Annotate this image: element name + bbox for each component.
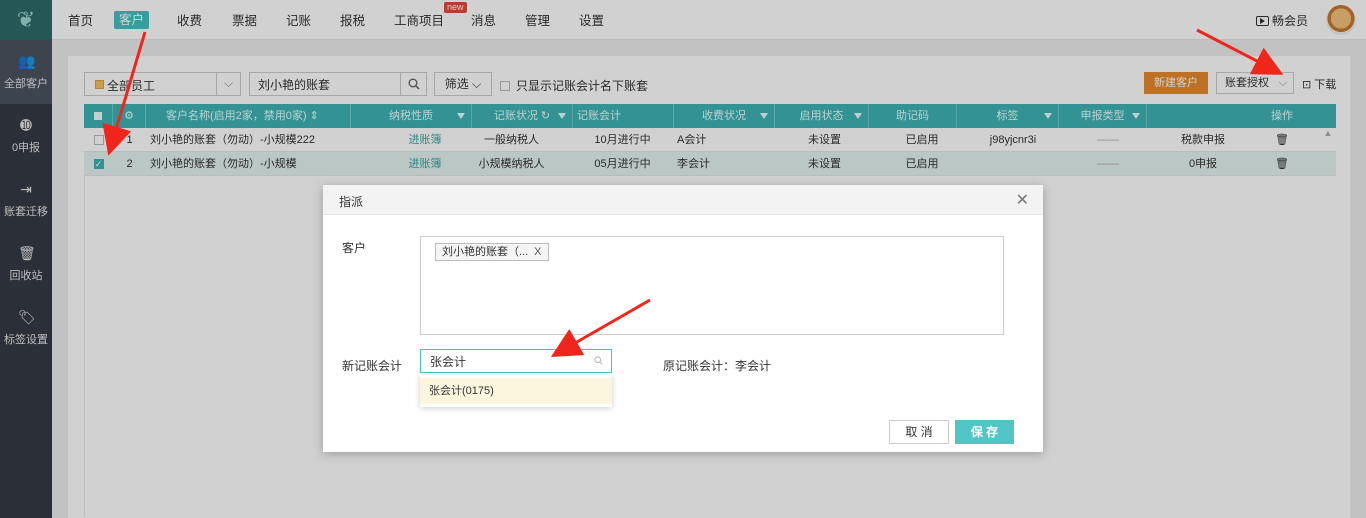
- search-icon: [594, 356, 603, 367]
- close-icon[interactable]: ✕: [1016, 190, 1029, 210]
- assign-dialog: 指派 ✕ 客户 刘小艳的账套（... X 新记账会计 张会计(0175) 原记账会…: [323, 185, 1043, 452]
- dialog-header: 指派 ✕: [323, 185, 1043, 215]
- new-accountant-field: [420, 349, 612, 373]
- customer-tag: 刘小艳的账套（... X: [435, 243, 549, 261]
- original-accountant: 原记账会计：李会计: [663, 359, 772, 373]
- dialog-title: 指派: [339, 195, 364, 209]
- cancel-button[interactable]: 取 消: [889, 420, 949, 444]
- accountant-suggestions: 张会计(0175): [420, 375, 612, 407]
- tag-remove-icon[interactable]: X: [534, 246, 541, 258]
- customer-tag-label: 刘小艳的账套（...: [442, 246, 529, 258]
- customer-label: 客户: [342, 241, 367, 255]
- new-accountant-input[interactable]: [421, 350, 581, 372]
- suggestion-item[interactable]: 张会计(0175): [420, 378, 612, 404]
- new-accountant-label: 新记账会计: [342, 359, 403, 373]
- save-button[interactable]: 保 存: [955, 420, 1014, 444]
- customer-box[interactable]: 刘小艳的账套（... X: [420, 236, 1004, 335]
